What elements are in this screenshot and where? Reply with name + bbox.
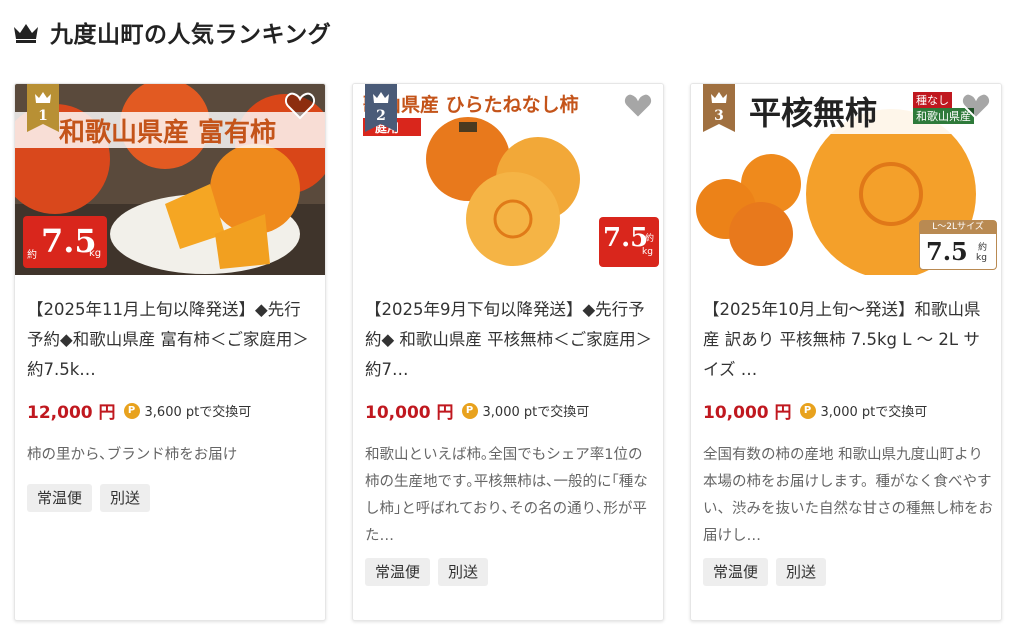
price: 10,000 円 — [365, 403, 454, 423]
page-header: 九度山町の人気ランキング — [12, 14, 331, 50]
image-label-seedless: 種なし — [913, 92, 952, 108]
badge-unit: kg — [642, 247, 653, 257]
product-image[interactable]: 歌山県産 ひらたねなし柿 庭用 7.5 約 kg — [353, 84, 663, 275]
product-image[interactable]: 和歌山県産 富有柿 約 7.5 kg — [15, 84, 325, 275]
badge-unit: kg — [976, 253, 987, 263]
product-card-2[interactable]: 歌山県産 ひらたねなし柿 庭用 7.5 約 kg 2 【2025年9月下旬以降発… — [352, 83, 664, 621]
weight-badge: 約 7.5 kg — [23, 216, 107, 268]
tag-shipping: 常温便 — [365, 558, 431, 586]
product-title[interactable]: 【2025年9月下旬以降発送】◆先行予約◆ 和歌山県産 平核無柿＜ご家庭用＞約7… — [365, 295, 655, 385]
product-image[interactable]: 平核無柿 種なし 和歌山県産 L～2Lサイズ 7.5 約 kg — [691, 84, 1001, 275]
rank-number: 3 — [714, 108, 724, 124]
rank-number: 1 — [38, 108, 48, 124]
badge-value: 7.5 — [926, 237, 968, 266]
product-description: 和歌山といえば柿｡全国でもシェア率1位の柿の生産地です｡平核無柿は､一般的に｢種… — [365, 447, 648, 544]
price-row: 10,000 円 P 3,000 ptで交換可 — [365, 398, 589, 423]
heart-icon[interactable] — [961, 92, 991, 120]
product-card-3[interactable]: 平核無柿 種なし 和歌山県産 L～2Lサイズ 7.5 約 kg 3 【2025年… — [690, 83, 1002, 621]
price-row: 12,000 円 P 3,600 ptで交換可 — [27, 398, 251, 423]
point-icon: P — [461, 402, 478, 419]
rank-badge: 2 — [365, 84, 397, 132]
rank-badge: 1 — [27, 84, 59, 132]
crown-icon — [14, 24, 38, 43]
product-title[interactable]: 【2025年11月上旬以降発送】◆先行予約◆和歌山県産 富有柿＜ご家庭用＞約7.… — [27, 295, 317, 385]
tag-list: 常温便 別送 — [365, 558, 489, 586]
points-text: 3,000 ptで交換可 — [820, 405, 928, 420]
product-description: 柿の里から､ブランド柿をお届け — [27, 447, 238, 463]
product-title[interactable]: 【2025年10月上旬～発送】和歌山県産 訳あり 平核無柿 7.5kg L ～ … — [703, 295, 993, 385]
tag-shipping: 常温便 — [703, 558, 769, 586]
badge-unit: kg — [89, 248, 102, 259]
price: 10,000 円 — [703, 403, 792, 423]
point-icon: P — [123, 402, 140, 419]
tag-separate: 別送 — [776, 558, 827, 586]
points-text: 3,600 ptで交換可 — [144, 405, 252, 420]
point-icon: P — [799, 402, 816, 419]
product-description: 全国有数の柿の産地 和歌山県九度山町より本場の柿をお届けします。種がなく食べやす… — [703, 447, 993, 544]
tag-list: 常温便 別送 — [703, 558, 827, 586]
tag-separate: 別送 — [100, 484, 151, 512]
image-title: 和歌山県産 富有柿 — [59, 118, 277, 148]
product-card-1[interactable]: 和歌山県産 富有柿 約 7.5 kg 1 【2025年11月上旬以降発送】◆先行… — [14, 83, 326, 621]
price-row: 10,000 円 P 3,000 ptで交換可 — [703, 398, 927, 423]
points-text: 3,000 ptで交換可 — [482, 405, 590, 420]
page-title: 九度山町の人気ランキング — [50, 22, 332, 48]
heart-icon[interactable] — [623, 92, 653, 120]
tag-separate: 別送 — [438, 558, 489, 586]
badge-prefix: 約 — [645, 234, 655, 244]
weight-badge: 7.5 約 kg — [599, 217, 659, 267]
rank-badge: 3 — [703, 84, 735, 132]
weight-badge: L～2Lサイズ 7.5 約 kg — [919, 220, 997, 270]
image-title: 平核無柿 — [749, 94, 878, 132]
price: 12,000 円 — [27, 403, 116, 423]
badge-prefix: 約 — [27, 250, 37, 261]
tag-shipping: 常温便 — [27, 484, 93, 512]
tag-list: 常温便 別送 — [27, 484, 151, 512]
heart-icon[interactable] — [285, 92, 315, 120]
badge-prefix: 約 — [978, 243, 988, 253]
badge-size: L～2Lサイズ — [920, 221, 996, 234]
rank-number: 2 — [376, 108, 386, 124]
